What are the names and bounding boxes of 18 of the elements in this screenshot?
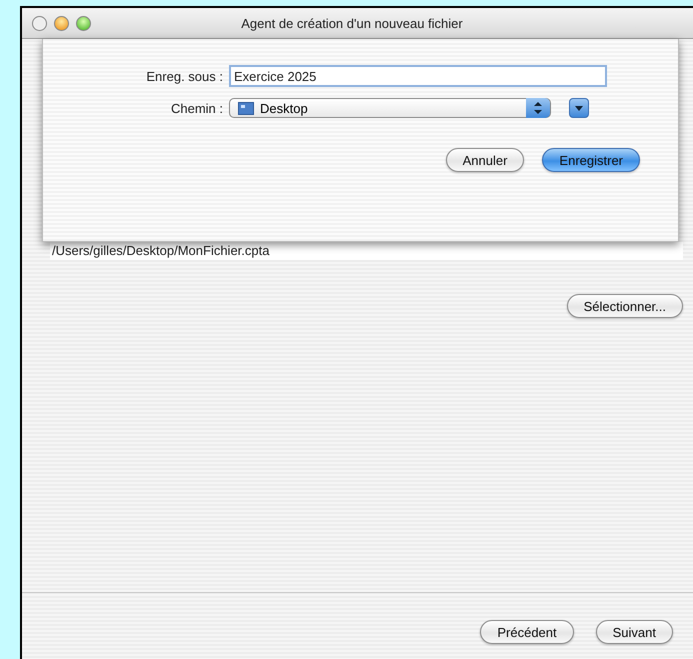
zoom-button[interactable] xyxy=(76,16,91,30)
minimize-button[interactable] xyxy=(54,16,69,30)
save-as-label: Enreg. sous : xyxy=(145,68,223,84)
window-title: Agent de création d'un nouveau fichier xyxy=(240,16,464,30)
expand-button[interactable] xyxy=(569,98,589,118)
button[interactable]: Suivant xyxy=(596,620,673,644)
file-name-field[interactable]: Exercice 2025 xyxy=(229,65,607,87)
stepper-icon xyxy=(534,102,542,114)
button[interactable]: Précédent xyxy=(480,620,574,644)
folder-icon xyxy=(238,102,254,114)
button[interactable]: Sélectionner... xyxy=(566,294,683,318)
caret-icon xyxy=(575,106,583,110)
button[interactable]: Annuler xyxy=(446,148,524,172)
save-button[interactable]: Enregistrer xyxy=(542,148,640,172)
close-button[interactable] xyxy=(32,16,47,30)
file-path-field[interactable]: /Users/gilles/Desktop/MonFichier.cpta xyxy=(50,242,683,260)
path-label: Chemin : xyxy=(170,100,223,116)
location-popup[interactable]: Desktop xyxy=(229,98,551,118)
